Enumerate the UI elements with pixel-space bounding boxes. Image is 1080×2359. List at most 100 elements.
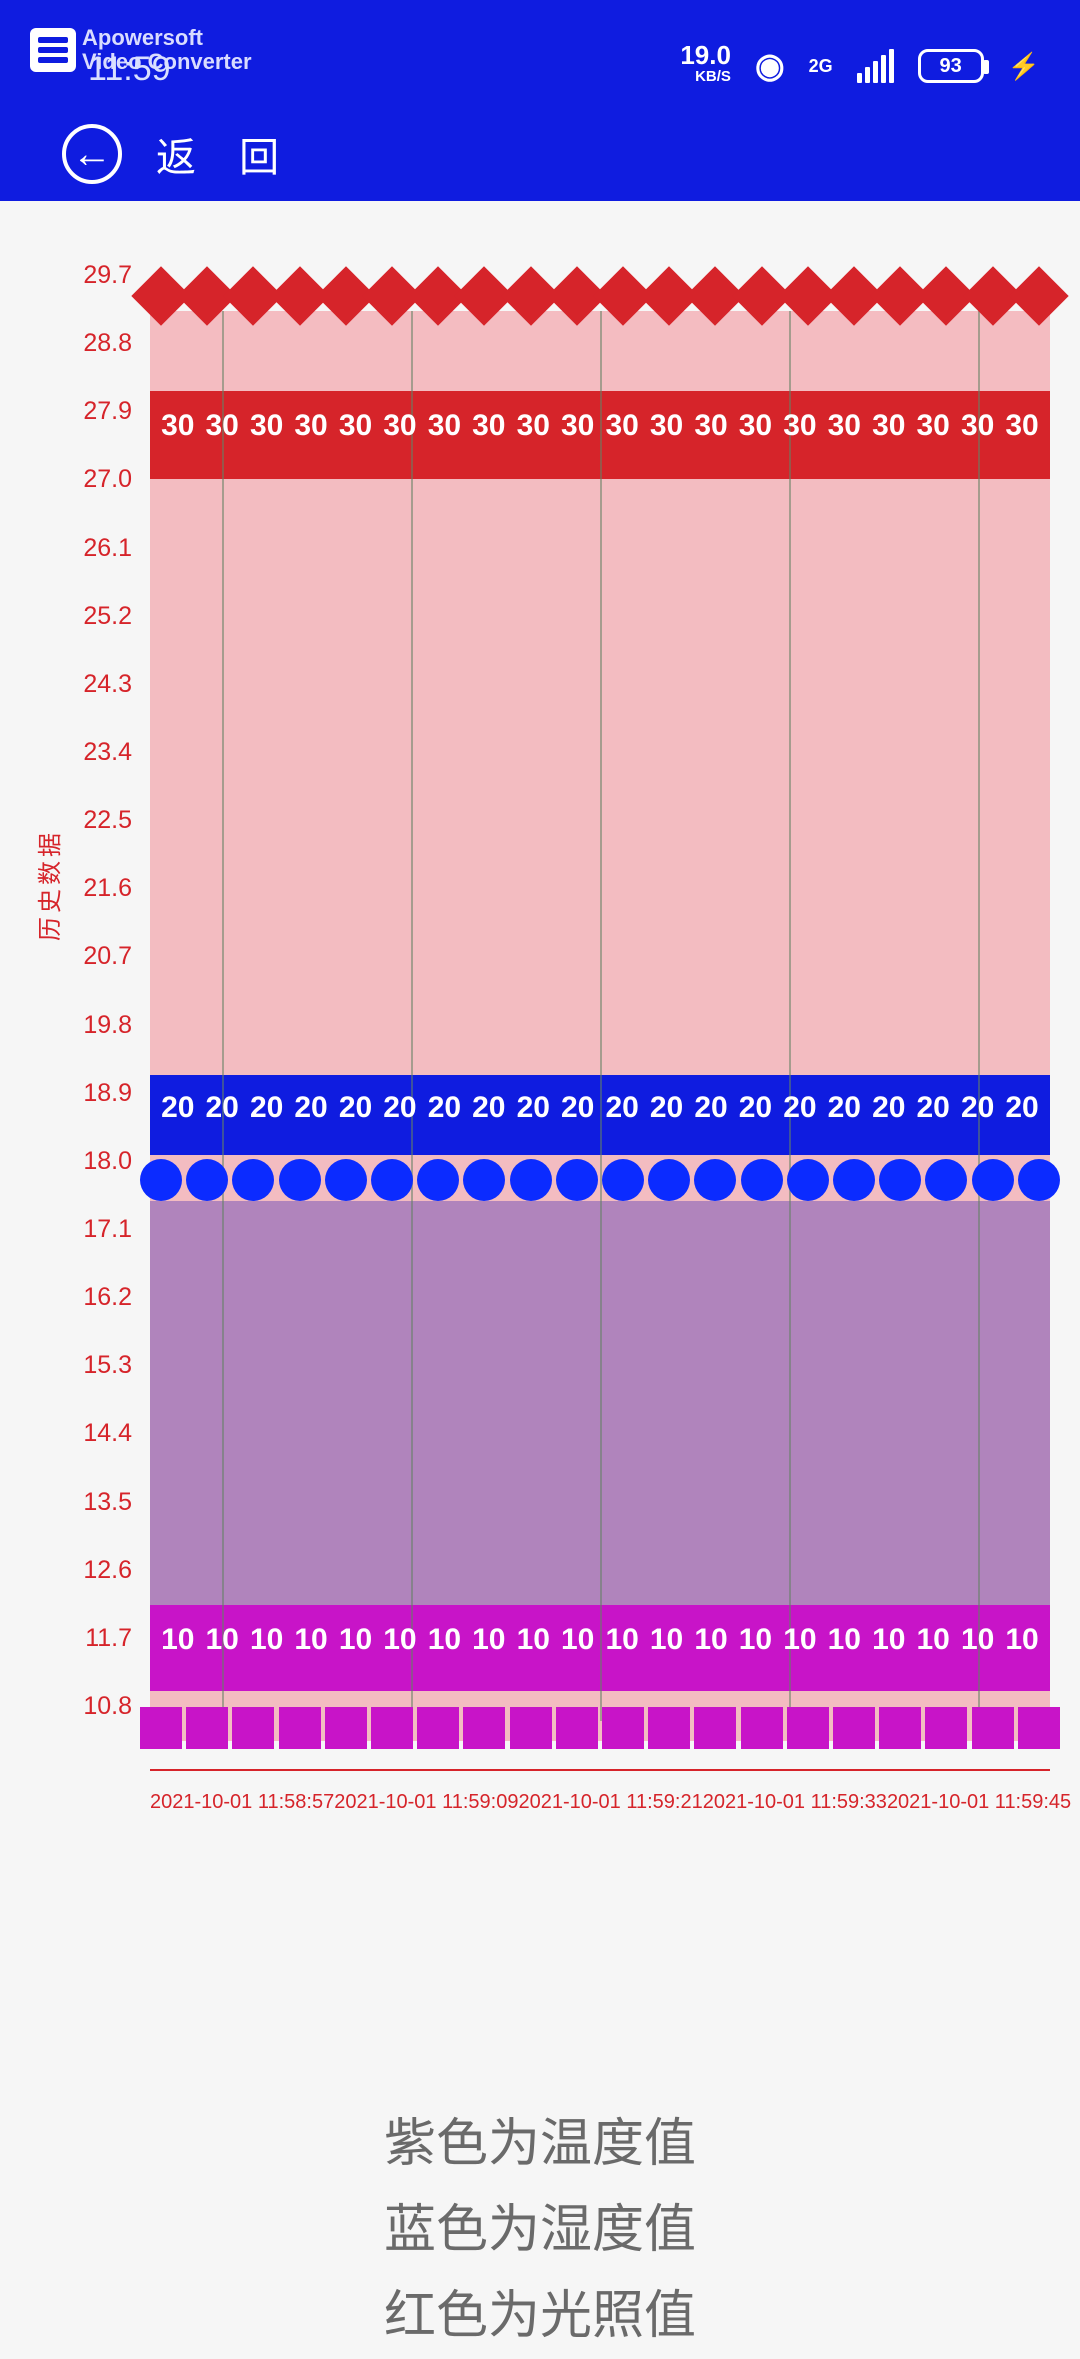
square-icon	[879, 1707, 921, 1749]
circle-icon	[972, 1159, 1014, 1201]
circle-icon	[325, 1159, 367, 1201]
value-20: 20	[961, 1091, 994, 1125]
value-20: 20	[383, 1091, 416, 1125]
blue-value-row: 2020202020202020202020202020202020202020	[150, 1091, 1050, 1125]
square-icon	[279, 1707, 321, 1749]
value-20: 20	[694, 1091, 727, 1125]
y-tick: 17.1	[50, 1215, 132, 1244]
legend-purple: 紫色为温度值	[0, 2101, 1080, 2187]
value-20: 20	[1005, 1091, 1038, 1125]
value-30: 30	[206, 409, 239, 443]
value-30: 30	[339, 409, 372, 443]
y-tick: 12.6	[50, 1556, 132, 1585]
value-10: 10	[872, 1623, 905, 1657]
value-10: 10	[739, 1623, 772, 1657]
square-icon	[371, 1707, 413, 1749]
diamond-icon	[1009, 266, 1068, 325]
value-20: 20	[828, 1091, 861, 1125]
square-icon	[325, 1707, 367, 1749]
value-30: 30	[517, 409, 550, 443]
value-20: 20	[605, 1091, 638, 1125]
value-20: 20	[650, 1091, 683, 1125]
y-tick: 23.4	[50, 738, 132, 767]
y-tick: 21.6	[50, 874, 132, 903]
battery-icon: 93	[918, 49, 984, 83]
y-tick: 24.3	[50, 670, 132, 699]
y-tick: 18.9	[50, 1079, 132, 1108]
value-10: 10	[605, 1623, 638, 1657]
blue-circle-markers	[140, 1159, 1060, 1201]
x-tick: 2021-10-01 11:59:09	[334, 1791, 518, 1814]
value-30: 30	[917, 409, 950, 443]
y-tick: 22.5	[50, 806, 132, 835]
value-30: 30	[783, 409, 816, 443]
title-bar: Apowersoft Video Converter 11:59 19.0 KB…	[0, 0, 1080, 201]
value-30: 30	[1005, 409, 1038, 443]
y-axis-ticks: 29.728.827.927.026.125.224.323.422.521.6…	[50, 261, 138, 1721]
y-tick: 15.3	[50, 1351, 132, 1380]
y-tick: 14.4	[50, 1419, 132, 1448]
value-30: 30	[694, 409, 727, 443]
red-diamond-markers	[140, 275, 1060, 317]
y-tick: 28.8	[50, 329, 132, 358]
value-10: 10	[694, 1623, 727, 1657]
square-icon	[602, 1707, 644, 1749]
value-30: 30	[650, 409, 683, 443]
value-10: 10	[961, 1623, 994, 1657]
circle-icon	[787, 1159, 829, 1201]
value-30: 30	[250, 409, 283, 443]
history-chart: 历史数据 29.728.827.927.026.125.224.323.422.…	[50, 261, 1050, 1851]
value-10: 10	[650, 1623, 683, 1657]
value-30: 30	[961, 409, 994, 443]
square-icon	[648, 1707, 690, 1749]
red-value-row: 3030303030303030303030303030303030303030	[150, 409, 1050, 443]
back-button[interactable]: ←	[62, 124, 122, 184]
watermark-line1: Apowersoft	[82, 26, 252, 50]
value-10: 10	[161, 1623, 194, 1657]
circle-icon	[694, 1159, 736, 1201]
value-20: 20	[517, 1091, 550, 1125]
circle-icon	[1018, 1159, 1060, 1201]
square-icon	[787, 1707, 829, 1749]
purple-band	[150, 1201, 1050, 1605]
value-10: 10	[294, 1623, 327, 1657]
value-30: 30	[561, 409, 594, 443]
value-30: 30	[294, 409, 327, 443]
value-20: 20	[339, 1091, 372, 1125]
wifi-icon: ◉	[755, 46, 785, 86]
square-icon	[1018, 1707, 1060, 1749]
plot-area[interactable]: 3030303030303030303030303030303030303030…	[150, 261, 1050, 1721]
square-icon	[186, 1707, 228, 1749]
value-20: 20	[250, 1091, 283, 1125]
network-type: 2G	[809, 56, 833, 77]
value-10: 10	[561, 1623, 594, 1657]
y-tick: 19.8	[50, 1011, 132, 1040]
circle-icon	[602, 1159, 644, 1201]
value-10: 10	[428, 1623, 461, 1657]
x-tick: 2021-10-01 11:58:57	[150, 1791, 334, 1814]
value-30: 30	[383, 409, 416, 443]
y-tick: 18.0	[50, 1147, 132, 1176]
value-20: 20	[561, 1091, 594, 1125]
y-tick: 20.7	[50, 942, 132, 971]
red-upper-band	[150, 311, 1050, 391]
status-tray: 19.0 KB/S ◉ 2G 93 ⚡	[680, 44, 1040, 88]
y-tick: 13.5	[50, 1488, 132, 1517]
value-30: 30	[739, 409, 772, 443]
legend: 紫色为温度值 蓝色为湿度值 红色为光照值	[0, 2101, 1080, 2359]
circle-icon	[371, 1159, 413, 1201]
square-icon	[232, 1707, 274, 1749]
circle-icon	[556, 1159, 598, 1201]
square-icon	[741, 1707, 783, 1749]
value-10: 10	[1005, 1623, 1038, 1657]
value-20: 20	[294, 1091, 327, 1125]
value-30: 30	[472, 409, 505, 443]
y-tick: 25.2	[50, 602, 132, 631]
y-tick: 27.0	[50, 465, 132, 494]
value-20: 20	[206, 1091, 239, 1125]
pink-band-1	[150, 479, 1050, 1075]
square-icon	[972, 1707, 1014, 1749]
circle-icon	[140, 1159, 182, 1201]
x-axis-ticks: 2021-10-01 11:58:572021-10-01 11:59:0920…	[150, 1791, 1050, 1814]
circle-icon	[463, 1159, 505, 1201]
